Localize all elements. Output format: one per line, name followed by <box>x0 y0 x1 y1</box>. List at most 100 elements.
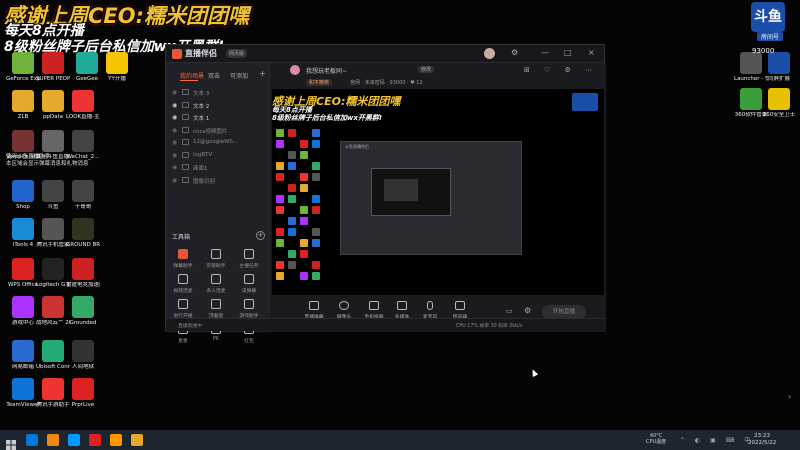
stream-preview[interactable]: 感谢上周CEO:糯米团团嘿 每天8点开播 8级粉丝牌子后台私信加wx开黑群! 斗… <box>272 89 604 295</box>
taskbar-app-icon[interactable] <box>110 434 122 446</box>
speaker-icon <box>455 301 465 310</box>
app-version-tag[interactable]: 网页版 <box>226 49 248 58</box>
toolbox-add-button[interactable]: + <box>256 231 265 240</box>
topbar-icons[interactable]: ⊞ ♡ ⚙ ⋯ <box>524 66 598 74</box>
desktop-icon-label: 干哥哥 <box>74 204 92 210</box>
minimize-button[interactable]: — <box>541 48 549 58</box>
tool-button[interactable]: 房管助手 <box>202 249 230 269</box>
tool-icon <box>178 299 188 309</box>
window-titlebar[interactable]: 直播伴侣 网页版 ⚙ — □ × <box>166 45 604 63</box>
desktop-icon[interactable]: GeForce Experience <box>6 52 40 82</box>
app-icon <box>740 88 762 110</box>
scene-item[interactable]: ◉ cncs视频图片 <box>172 126 264 137</box>
clock[interactable]: 23:23 2022/5/22 <box>748 433 776 447</box>
tool-button[interactable]: 弹幕助手 <box>169 249 197 269</box>
eye-icon[interactable]: ◉ <box>172 114 177 121</box>
desktop-icon[interactable]: ZLB <box>6 90 40 120</box>
desktop-icon[interactable]: 干哥哥 <box>66 180 100 210</box>
desktop-icon[interactable]: 人间地狱 <box>66 340 100 370</box>
desktop-icon[interactable]: 游戏中心 <box>6 296 40 326</box>
tab-my-scenes[interactable]: 我的场景 <box>180 71 204 80</box>
tool-button[interactable]: 视频连麦 <box>169 274 197 294</box>
edit-title-button[interactable]: 修改 <box>418 66 435 73</box>
taskbar-app-icon[interactable] <box>68 434 80 446</box>
room-title[interactable]: 我想玩老板同~ <box>306 66 347 75</box>
scene-item[interactable]: ◉ 文本 1 <box>172 113 264 124</box>
desktop-icon[interactable]: Shop <box>6 180 40 210</box>
maximize-button[interactable]: □ <box>564 48 572 58</box>
scene-type-icon <box>182 151 189 158</box>
tab-double-click[interactable]: 双击 <box>208 71 220 80</box>
eye-icon[interactable]: ◉ <box>172 89 177 96</box>
desktop-icon[interactable]: 斗鱼 <box>36 180 70 210</box>
desktop-icon[interactable]: GeeGee <box>70 52 104 82</box>
tool-button[interactable]: 多人连麦 <box>202 274 230 294</box>
tool-button[interactable]: 游戏助手 <box>235 299 263 319</box>
taskbar-app-icon[interactable] <box>131 434 143 446</box>
tool-button[interactable]: 进行开播 <box>169 299 197 319</box>
preview-app-icon <box>288 129 296 137</box>
scene-item[interactable]: ◉ 文本 3 <box>172 88 264 99</box>
desktop-icon[interactable]: 腾讯手机管家 <box>36 218 70 248</box>
preview-app-icon <box>276 228 284 236</box>
taskbar-app-icon[interactable] <box>26 434 38 446</box>
room-avatar[interactable] <box>290 65 300 75</box>
scene-type-icon <box>182 89 189 95</box>
desktop-icon[interactable]: iTools 4 <box>6 218 40 248</box>
scroll-arrow-icon[interactable]: › <box>788 392 791 401</box>
add-scene-button[interactable]: + <box>259 69 266 78</box>
scene-name: 文本 2 <box>193 103 210 110</box>
hint-line-2: 本区域会显示弹幕消息和礼物消息 <box>6 161 89 167</box>
gear-icon[interactable]: ⚙ <box>524 306 531 315</box>
eye-icon[interactable]: ◉ <box>172 127 177 134</box>
desktop-icon[interactable]: Grounded <box>66 296 100 326</box>
avatar[interactable] <box>484 48 495 59</box>
scene-item[interactable]: ◉ logBTV <box>172 151 264 162</box>
status-bar: 直播就绪中 CPU 17% 帧率 30 码率 0kb/s <box>166 318 606 331</box>
taskbar-app-icon[interactable] <box>89 434 101 446</box>
start-live-button[interactable]: 开始直播 <box>542 305 586 319</box>
scene-item[interactable]: ◉ 图像识别 <box>172 176 264 187</box>
tool-button[interactable]: 读弹幕 <box>235 274 263 294</box>
desktop-icon[interactable]: 同屏扩展 <box>762 52 796 82</box>
desktop-icon-label: 腾讯手机管家 <box>36 242 70 248</box>
tab-addable[interactable]: 可添加 <box>230 71 248 80</box>
desktop-icon[interactable]: LOOK直播-主助手 <box>66 90 100 120</box>
eye-icon[interactable]: ◉ <box>172 152 177 159</box>
record-icon[interactable]: ▭ <box>506 307 513 315</box>
cpu-temp-widget[interactable]: 40°C CPU温度 <box>646 433 666 445</box>
app-icon <box>72 180 94 202</box>
desktop-icon[interactable]: WPS Office <box>6 258 40 288</box>
eye-icon[interactable]: ◉ <box>172 164 177 171</box>
system-tray-icons[interactable]: ⌃ ◐ ▣ ⌨ 中 <box>680 435 754 444</box>
desktop-icon[interactable]: 雷霆电竞加速器 <box>66 258 100 288</box>
desktop-icon[interactable]: 360安全卫士 <box>762 88 796 118</box>
scene-item[interactable]: ◉ 画面1 <box>172 163 264 174</box>
desktop-icon[interactable]: TeamViewer <box>6 378 40 408</box>
app-icon <box>768 52 790 74</box>
desktop-icon-label: 人间地狱 <box>71 364 94 370</box>
eye-icon[interactable]: ◉ <box>172 139 177 146</box>
desktop-icon[interactable]: Logitech G HUB <box>36 258 70 288</box>
desktop-icon[interactable]: 腾讯手游助手 <box>36 378 70 408</box>
eye-icon[interactable]: ◉ <box>172 177 177 184</box>
category-badge[interactable]: 和平精英 <box>306 79 333 86</box>
scene-item[interactable]: ◉ 12@googleWS... <box>172 138 264 149</box>
desktop-icon[interactable]: Ubisoft Connect <box>36 340 70 370</box>
settings-icon[interactable]: ⚙ <box>511 48 518 58</box>
toolbox-title: 工具箱 <box>172 234 191 241</box>
desktop-icon[interactable]: ppData <box>36 90 70 120</box>
desktop-icon[interactable]: 战地风云™ 2042 <box>36 296 70 326</box>
tool-button[interactable]: 顶着蛋 <box>202 299 230 319</box>
desktop-icon[interactable]: YY开播 <box>100 52 134 82</box>
desktop-icon[interactable]: 网易邮箱 <box>6 340 40 370</box>
eye-icon[interactable]: ◉ <box>172 102 177 109</box>
tool-button[interactable]: 主播任务 <box>235 249 263 269</box>
desktop-icon[interactable]: GROUND BRANCH <box>66 218 100 248</box>
desktop-icon[interactable]: PrprLive <box>66 378 100 408</box>
taskbar-app-icon[interactable] <box>47 434 59 446</box>
start-icon[interactable] <box>6 435 16 450</box>
scene-item[interactable]: ◉ 文本 2 <box>172 101 264 112</box>
desktop-icon[interactable]: SUPER PEOPLE CBT <box>36 52 70 82</box>
close-button[interactable]: × <box>588 48 595 58</box>
